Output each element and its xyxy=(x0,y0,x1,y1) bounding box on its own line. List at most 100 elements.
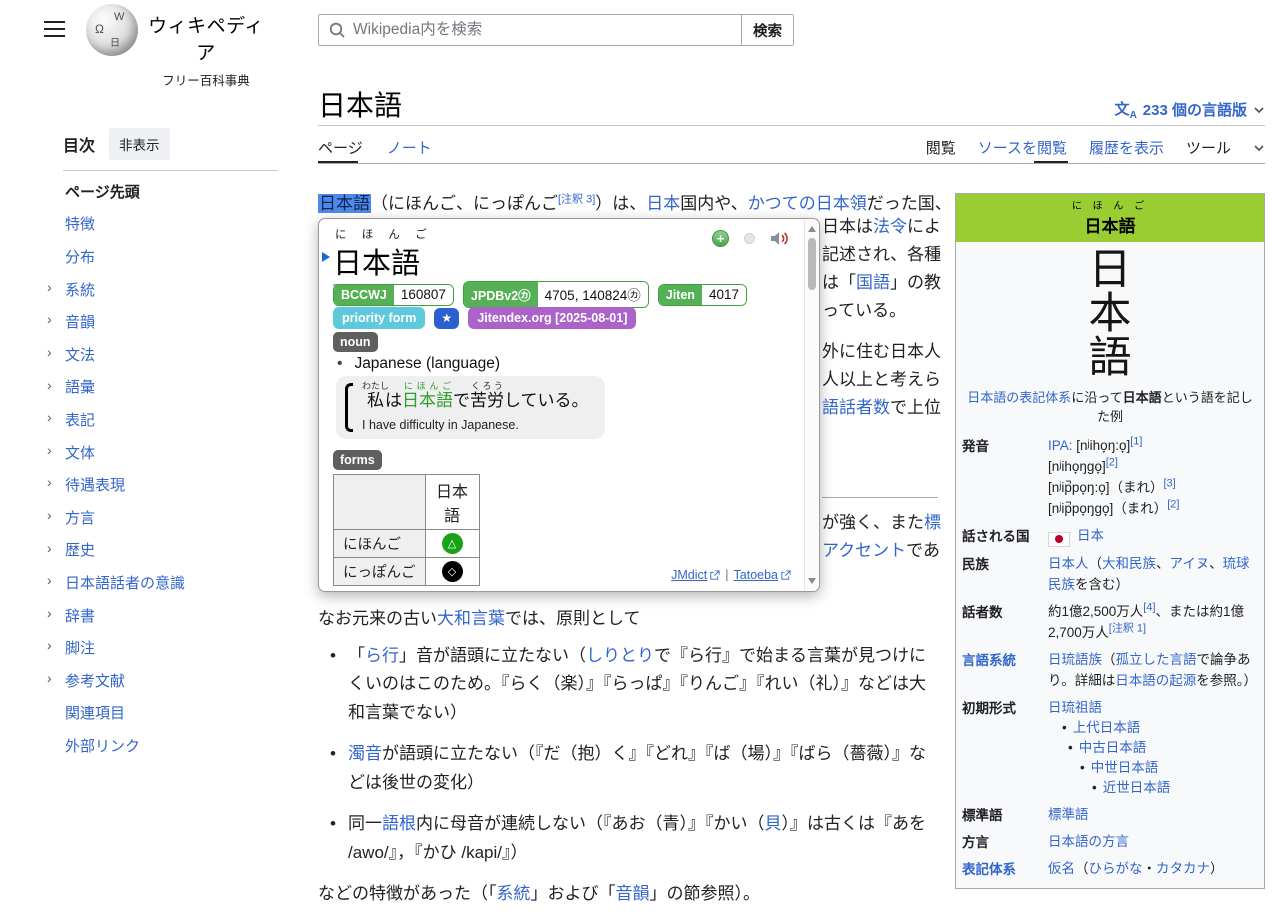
dictionary-source-tag[interactable]: Jitendex.org [2025-08-01] xyxy=(468,307,636,329)
occluded-text-line: っている。 xyxy=(822,296,906,321)
tatoeba-link[interactable]: Tatoeba xyxy=(734,568,791,582)
chevron-right-icon[interactable] xyxy=(47,344,52,360)
toc-item[interactable]: 文法 xyxy=(65,338,278,371)
toc-item[interactable]: 音韻 xyxy=(65,305,278,338)
tab-talk[interactable]: ノート xyxy=(387,137,432,158)
scrollbar-thumb[interactable] xyxy=(808,238,816,290)
tree-item[interactable]: 中世日本語 xyxy=(1048,758,1260,778)
chevron-right-icon[interactable] xyxy=(47,637,52,653)
chevron-right-icon[interactable] xyxy=(47,572,52,588)
table-row: 話者数 約1億2,500万人[4]、または約1億2,700万人[注釈 1] xyxy=(956,598,1264,646)
chevron-right-icon[interactable] xyxy=(47,311,52,327)
toc-item[interactable]: 脚注 xyxy=(65,631,278,664)
table-row: にっぽんご xyxy=(334,558,480,586)
toc-item[interactable]: 外部リンク xyxy=(65,729,278,762)
star-icon[interactable] xyxy=(434,308,459,329)
wikipedia-globe-logo[interactable]: ΩW日 xyxy=(86,4,138,56)
row-label: 話される国 xyxy=(956,522,1046,550)
chevron-right-icon[interactable] xyxy=(47,507,52,523)
example-sentence-box: 私わたしは日本語にほんごで苦労くろうしている。 I have difficult… xyxy=(336,376,605,439)
japan-flag-icon xyxy=(1048,532,1070,547)
table-row: 話される国 日本 xyxy=(956,522,1264,550)
chevron-right-icon[interactable] xyxy=(47,377,52,393)
toc-hide-button[interactable]: 非表示 xyxy=(109,128,170,160)
tree-item[interactable]: 上代日本語 xyxy=(1048,718,1260,738)
external-link-icon xyxy=(709,570,720,581)
tree-item[interactable]: 近世日本語 xyxy=(1048,778,1260,798)
occluded-text-line: 日本は法令によ xyxy=(822,212,941,237)
toc-item[interactable]: 歴史 xyxy=(65,534,278,567)
title-divider xyxy=(318,125,1265,126)
toc-item[interactable]: 表記 xyxy=(65,403,278,436)
chevron-right-icon[interactable] xyxy=(47,540,52,556)
frequency-tag: JPDBv2㋕4705, 140824㋕ xyxy=(463,281,649,308)
toc-item[interactable]: 日本語話者の意識 xyxy=(65,566,278,599)
ipa-line: [nʲip̚po̞ŋ:o̞]（まれ）[3] xyxy=(1048,477,1260,498)
occluded-text-line: 記述され、各種 xyxy=(822,240,941,265)
row-label: 方言 xyxy=(956,828,1046,855)
search-icon xyxy=(329,22,345,38)
hamburger-menu-icon[interactable] xyxy=(44,21,65,37)
toc-item[interactable]: 文体 xyxy=(65,436,278,469)
scroll-down-arrow-icon[interactable] xyxy=(808,578,816,584)
chevron-right-icon[interactable] xyxy=(47,605,52,621)
tools-menu[interactable]: ツール xyxy=(1186,137,1231,158)
popup-action-icons xyxy=(712,230,789,247)
row-label-link[interactable]: 言語系統 xyxy=(956,646,1046,694)
table-row: 発音 IPA: [nʲiho̞ŋ:o̞][1] [nʲiho̞ŋgo̞][2] … xyxy=(956,432,1264,522)
ipa-line: IPA: [nʲiho̞ŋ:o̞][1] xyxy=(1048,435,1260,456)
forms-reading-cell: にほんご xyxy=(334,530,426,558)
occluded-text-line: 人以上と考えら xyxy=(822,365,941,390)
toc-item[interactable]: 語彙 xyxy=(65,371,278,404)
chevron-right-icon[interactable] xyxy=(47,409,52,425)
logo-subtitle: フリー百科事典 xyxy=(141,70,271,89)
blue-triangle-marker-icon xyxy=(322,252,330,262)
frequency-tag: BCCWJ160807 xyxy=(333,284,454,306)
row-label-link[interactable]: 表記体系 xyxy=(956,855,1046,882)
example-bracket xyxy=(345,383,353,432)
chevron-right-icon[interactable] xyxy=(47,279,52,295)
add-note-icon[interactable] xyxy=(712,230,729,247)
forms-corner-cell xyxy=(334,475,426,530)
example-japanese: 私わたしは日本語にほんごで苦労くろうしている。 xyxy=(362,381,589,417)
chevron-down-icon[interactable] xyxy=(1253,144,1265,152)
table-row: 標準語 標準語 xyxy=(956,801,1264,828)
toc-item[interactable]: 関連項目 xyxy=(65,697,278,730)
chevron-right-icon[interactable] xyxy=(47,670,52,686)
toc-item[interactable]: 系統 xyxy=(65,273,278,306)
list-item: 濁音が語頭に立たない（『だ（抱）く』『どれ』『ば（場）』『ばら（薔薇）』などは後… xyxy=(318,740,942,797)
headword: 日本語 xyxy=(333,240,420,286)
tab-view-source[interactable]: ソースを閲覧 xyxy=(978,137,1067,158)
search-button[interactable]: 検索 xyxy=(741,15,793,45)
tree-item[interactable]: 中古日本語 xyxy=(1048,738,1260,758)
view-tabs: 閲覧 ソースを閲覧 履歴を表示 ツール xyxy=(926,137,1265,158)
speaker-audio-icon[interactable] xyxy=(770,231,789,246)
chevron-right-icon[interactable] xyxy=(47,442,52,458)
jmdict-link[interactable]: JMdict xyxy=(671,568,720,582)
page-title: 日本語 xyxy=(318,84,402,124)
forms-header-cell: 日本語 xyxy=(425,475,479,530)
tab-read[interactable]: 閲覧 xyxy=(926,137,956,158)
scroll-up-arrow-icon[interactable] xyxy=(808,226,816,232)
toc-divider xyxy=(63,170,278,171)
toc-item[interactable]: 特徴 xyxy=(65,208,278,241)
toc-item-top[interactable]: ページ先頭 xyxy=(65,175,278,208)
ipa-line: [nʲiho̞ŋgo̞][2] xyxy=(1048,456,1260,477)
occluded-text-line: 外に住む日本人 xyxy=(822,337,941,362)
language-selector-button[interactable]: 文A 233 個の言語版 xyxy=(1115,98,1265,121)
search-input[interactable] xyxy=(353,21,741,39)
forms-tag: forms xyxy=(333,450,382,470)
toc-item[interactable]: 分布 xyxy=(65,240,278,273)
popup-scrollbar[interactable] xyxy=(804,220,818,590)
feature-list: 「ら行」音が語頭に立たない（しりとりで『ら行』で始まる言葉が見つけにくいのはこの… xyxy=(318,642,942,868)
tab-history[interactable]: 履歴を表示 xyxy=(1089,137,1164,158)
search-bar[interactable]: 検索 xyxy=(318,14,794,46)
wikipedia-wordmark[interactable]: ウィキペディア フリー百科事典 xyxy=(141,11,271,89)
tab-page[interactable]: ページ xyxy=(318,137,363,158)
toc-item[interactable]: 方言 xyxy=(65,501,278,534)
toc-item[interactable]: 辞書 xyxy=(65,599,278,632)
toc-item[interactable]: 参考文献 xyxy=(65,664,278,697)
language-infobox: に ほ ん ご 日本語 日 本 語 日本語の表記体系に沿って日本語という語を記し… xyxy=(955,193,1265,889)
chevron-right-icon[interactable] xyxy=(47,474,52,490)
toc-item[interactable]: 待遇表現 xyxy=(65,468,278,501)
